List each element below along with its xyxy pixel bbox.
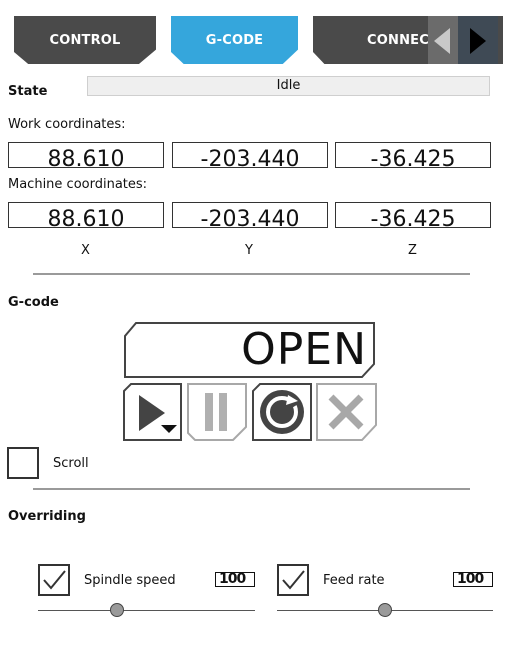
- reset-icon: [252, 383, 312, 441]
- work-z-field: -36.425: [335, 142, 491, 168]
- spindle-speed-checkbox[interactable]: [38, 564, 70, 596]
- chevron-left-icon: [434, 28, 450, 54]
- open-button[interactable]: OPEN: [124, 322, 375, 378]
- open-button-label: OPEN: [241, 324, 367, 375]
- pause-icon: [187, 383, 247, 441]
- tab-control[interactable]: CONTROL: [14, 16, 156, 64]
- axis-x-label: X: [81, 243, 90, 258]
- spindle-speed-slider-track: [38, 610, 255, 611]
- machine-coordinates-label: Machine coordinates:: [8, 177, 148, 192]
- gcode-section-label: G-code: [8, 295, 59, 310]
- state-label: State: [8, 84, 48, 99]
- checkmark-icon: [282, 570, 305, 590]
- stop-button[interactable]: [316, 383, 377, 441]
- spindle-speed-slider-knob[interactable]: [110, 603, 124, 617]
- axis-y-label: Y: [245, 243, 253, 258]
- axis-z-label: Z: [408, 243, 417, 258]
- tab-gcode[interactable]: G-CODE: [171, 16, 298, 64]
- play-button[interactable]: [123, 383, 183, 441]
- chevron-right-icon: [470, 28, 486, 54]
- scroll-label: Scroll: [53, 456, 89, 471]
- tab-control-label: CONTROL: [49, 32, 121, 48]
- stop-icon: [316, 383, 377, 441]
- spindle-speed-label: Spindle speed: [84, 573, 176, 588]
- feed-rate-label: Feed rate: [323, 573, 385, 588]
- machine-y-field: -203.440: [172, 202, 328, 228]
- feed-rate-value: 100: [453, 572, 493, 587]
- work-coordinates-label: Work coordinates:: [8, 117, 126, 132]
- tab-gcode-label: G-CODE: [205, 32, 264, 48]
- work-y-field: -203.440: [172, 142, 328, 168]
- machine-z-field: -36.425: [335, 202, 491, 228]
- work-x-field: 88.610: [8, 142, 164, 168]
- spindle-speed-value: 100: [215, 572, 255, 587]
- separator: [33, 488, 470, 490]
- tab-scroll-left-button[interactable]: [428, 16, 458, 64]
- feed-rate-slider-knob[interactable]: [378, 603, 392, 617]
- state-value: Idle: [87, 76, 490, 96]
- reset-button[interactable]: [252, 383, 312, 441]
- pause-button[interactable]: [187, 383, 247, 441]
- overriding-section-label: Overriding: [8, 509, 86, 524]
- tab-scroll-right-button[interactable]: [458, 16, 498, 64]
- checkmark-icon: [43, 570, 66, 590]
- play-icon: [123, 383, 182, 441]
- separator: [33, 273, 470, 275]
- feed-rate-checkbox[interactable]: [277, 564, 309, 596]
- machine-x-field: 88.610: [8, 202, 164, 228]
- scroll-checkbox[interactable]: [7, 447, 39, 479]
